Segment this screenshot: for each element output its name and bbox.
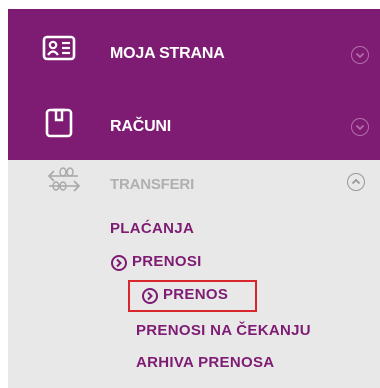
chevron-right-icon xyxy=(142,288,158,304)
submenu-item-arhiva-prenosa[interactable]: ARHIVA PRENOSA xyxy=(136,354,274,371)
profile-card-icon xyxy=(42,34,78,70)
side-menu: MOJA STRANA RAČUNI TRANSFERI PLAĆANJA PR… xyxy=(0,0,380,388)
chevron-up-icon[interactable] xyxy=(347,173,365,191)
menu-item-label: RAČUNI xyxy=(110,118,172,135)
submenu-item-prenosi[interactable]: PRENOSI xyxy=(132,253,202,270)
account-card-icon xyxy=(44,107,80,143)
submenu-item-placanja[interactable]: PLAĆANJA xyxy=(110,220,194,237)
chevron-down-icon[interactable] xyxy=(351,118,369,136)
chevron-down-icon[interactable] xyxy=(351,46,369,64)
menu-item-label: MOJA STRANA xyxy=(110,45,225,62)
menu-item-label[interactable]: TRANSFERI xyxy=(110,176,194,193)
submenu-item-prenos[interactable]: PRENOS xyxy=(163,286,228,303)
submenu-item-prenosi-na-cekanju[interactable]: PRENOSI NA ČEKANJU xyxy=(136,322,311,339)
transfer-arrows-icon xyxy=(46,164,82,200)
chevron-right-icon xyxy=(111,255,127,271)
